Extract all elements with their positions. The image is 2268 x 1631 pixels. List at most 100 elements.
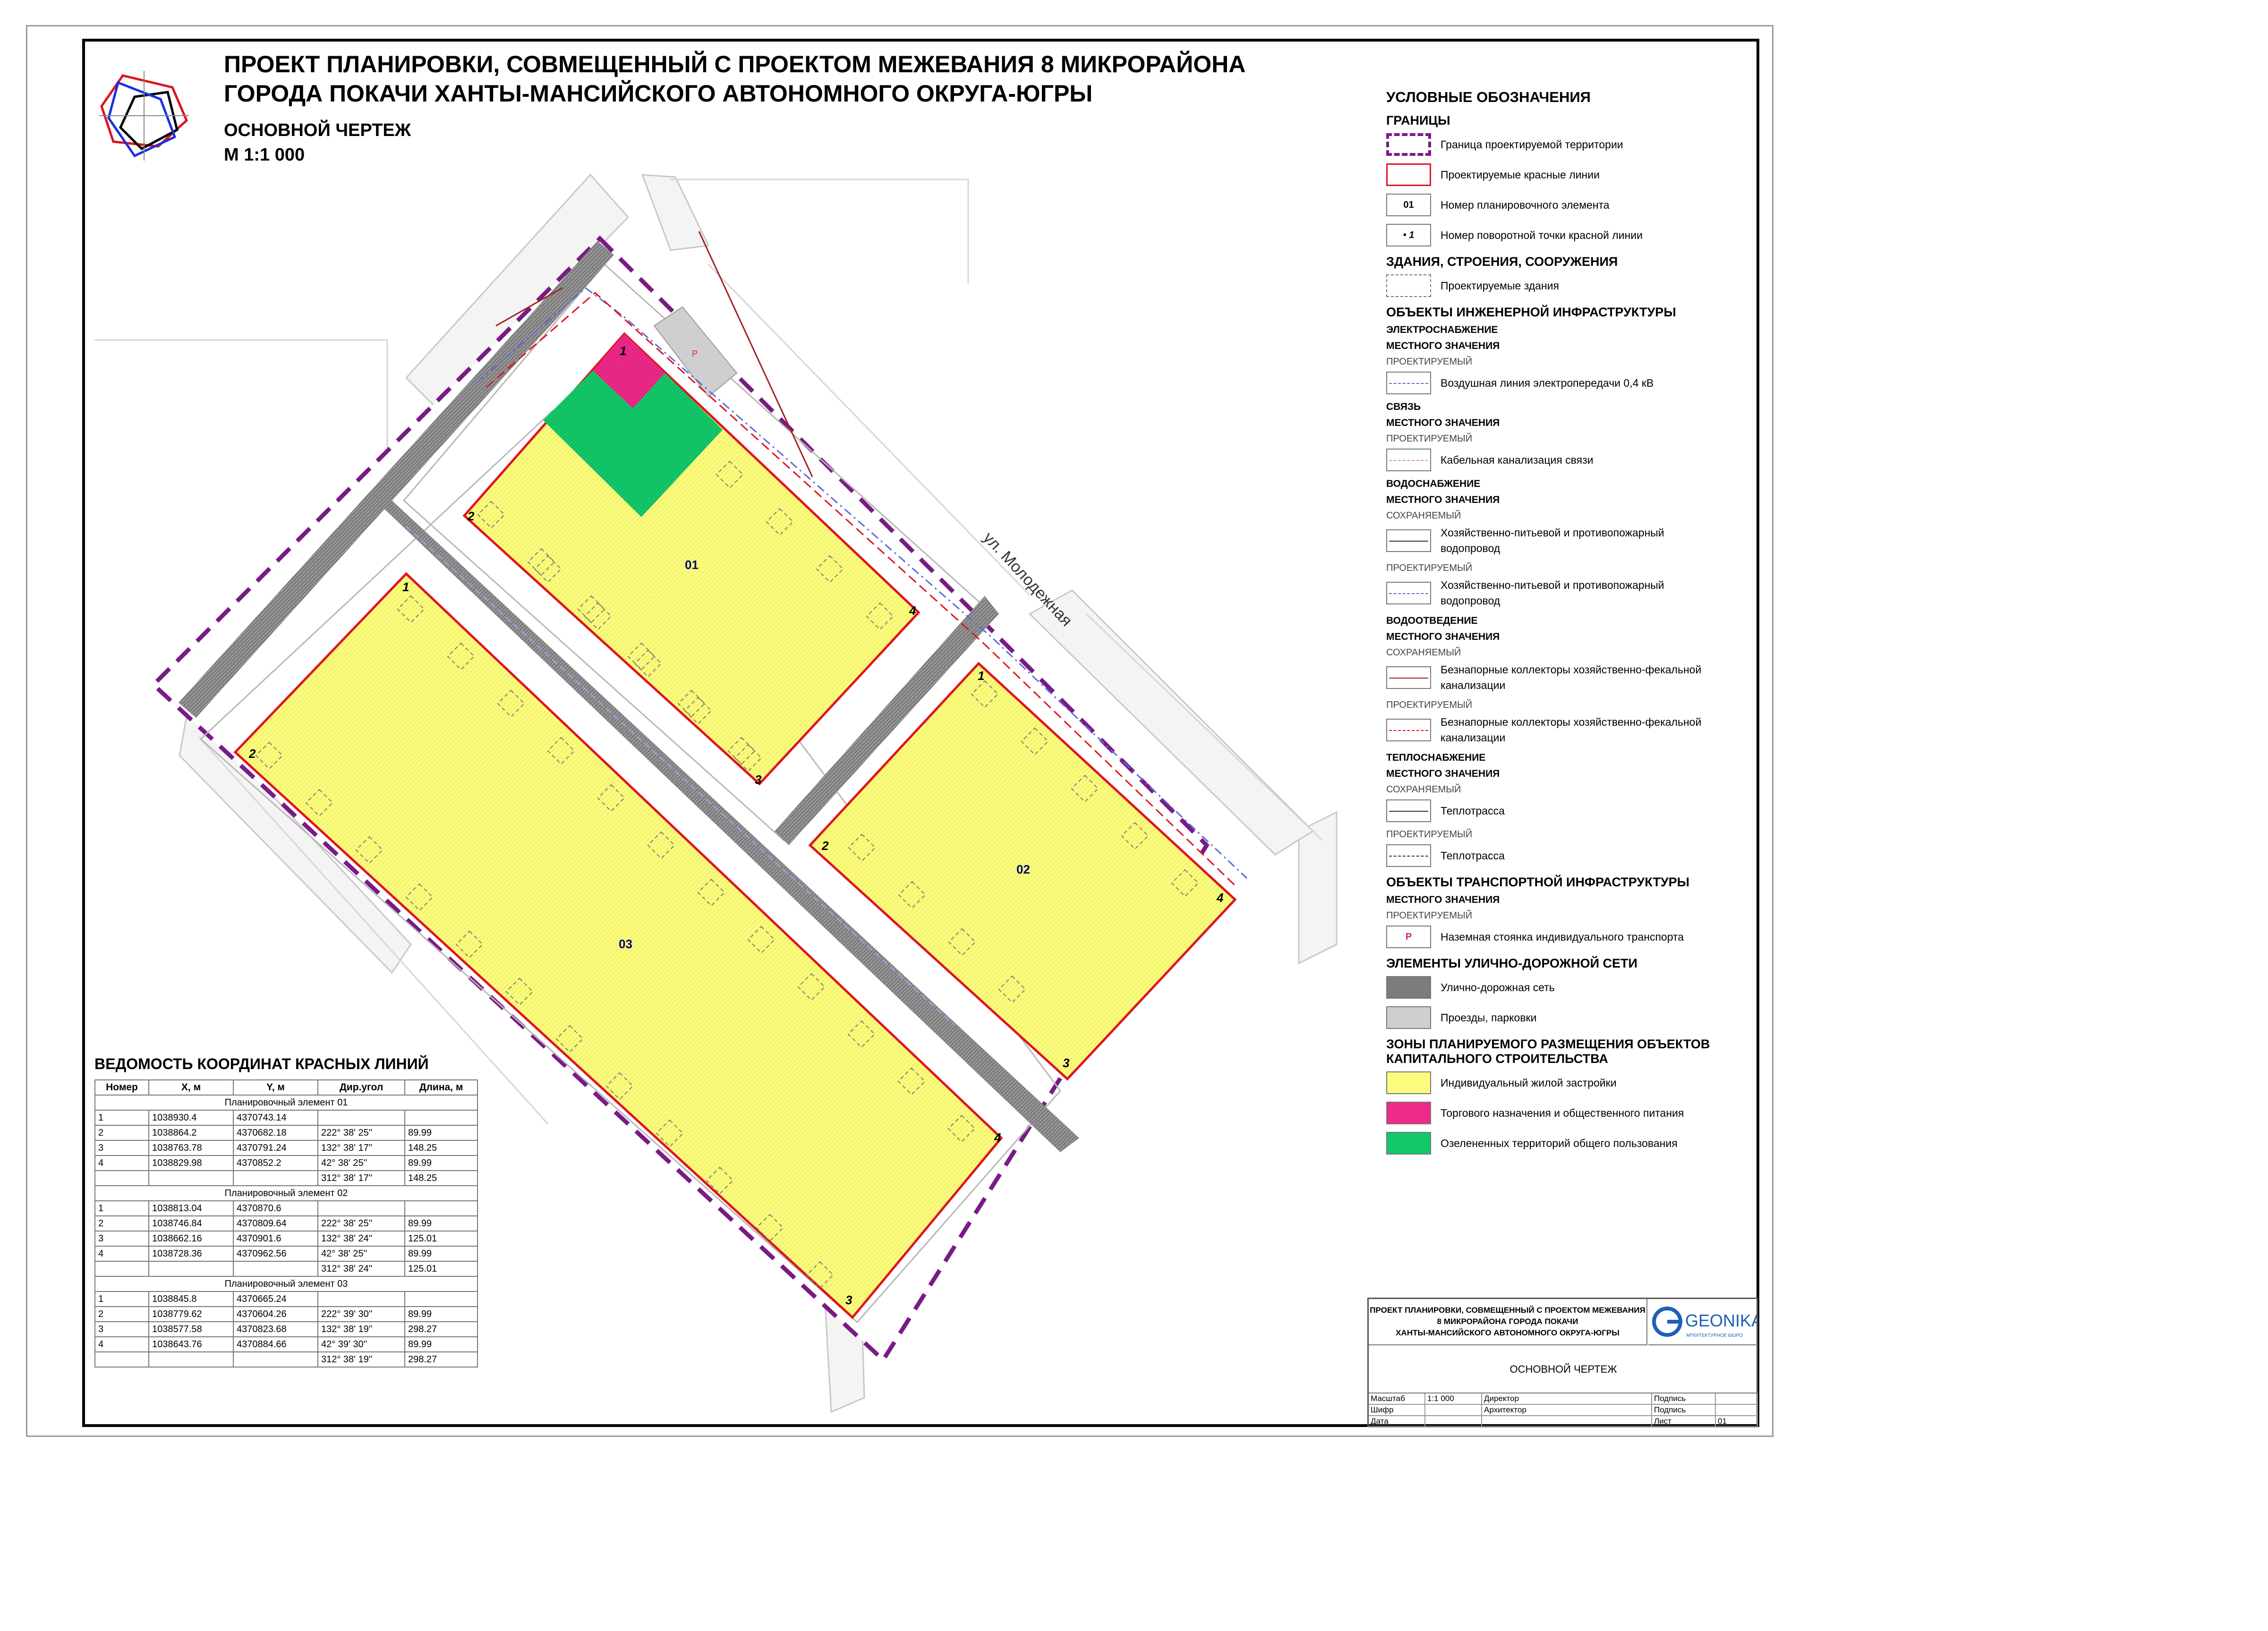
legend-item: 01 Номер планировочного элемента <box>1386 193 1717 217</box>
title-block-cell: Дата <box>1369 1416 1425 1427</box>
wind-rose-icon <box>99 71 189 161</box>
coord-cell: 1038746.84 <box>148 1215 234 1232</box>
coord-header: X, м <box>148 1079 234 1096</box>
legend-status: СОХРАНЯЕМЫЙ <box>1386 647 1461 658</box>
title-block-cell: Шифр <box>1369 1405 1425 1415</box>
coord-cell: 42° 39' 30'' <box>317 1336 405 1352</box>
coord-cell: 125.01 <box>404 1231 478 1247</box>
legend-item-label: Улично-дорожная сеть <box>1441 981 1555 994</box>
coord-cell: 4370962.56 <box>233 1246 318 1262</box>
legend-item-label: Граница проектируемой территории <box>1441 138 1623 151</box>
table-row: 312° 38' 24'' 125.01 <box>94 1261 478 1277</box>
legend-status: ПРОЕКТИРУЕМЫЙ <box>1386 700 1473 710</box>
legend-status: ПРОЕКТИРУЕМЫЙ <box>1386 357 1473 367</box>
zone-com-symbol-icon <box>1386 1102 1431 1124</box>
coord-section: Планировочный элемент 03 <box>94 1276 478 1292</box>
coord-cell: 312° 38' 19'' <box>317 1351 405 1368</box>
legend-item: • 1 Номер поворотной точки красной линии <box>1386 223 1717 247</box>
redline-symbol-icon <box>1386 163 1431 186</box>
legend-subsection: СВЯЗЬ <box>1386 401 1421 412</box>
svg-text:GEONIKA: GEONIKA <box>1685 1311 1757 1330</box>
tb-project-line-2: 8 МИКРОРАЙОНА ГОРОДА ПОКАЧИ <box>1437 1317 1578 1326</box>
coord-cell <box>148 1261 234 1277</box>
legend-status: СОХРАНЯЕМЫЙ <box>1386 784 1461 795</box>
coord-cell: 89.99 <box>404 1336 478 1352</box>
zone-green-symbol-icon <box>1386 1132 1431 1155</box>
svg-text:АРХИТЕКТУРНОЕ БЮРО: АРХИТЕКТУРНОЕ БЮРО <box>1686 1333 1743 1338</box>
table-row: 1 1038845.8 4370665.24 <box>94 1291 478 1307</box>
coord-cell: 312° 38' 24'' <box>317 1261 405 1277</box>
coord-cell: 148.25 <box>404 1170 478 1186</box>
turn-point-01-2: 2 <box>467 509 475 523</box>
legend-item-label: Хозяйственно-питьевой и противопожарный … <box>1441 527 1664 554</box>
coord-section: Планировочный элемент 01 <box>94 1095 478 1111</box>
drawing-scale: М 1:1 000 <box>224 145 305 165</box>
coord-cell: 4370852.2 <box>233 1155 318 1171</box>
coord-cell: 312° 38' 17'' <box>317 1170 405 1186</box>
legend-item: Хозяйственно-питьевой и противопожарный … <box>1386 578 1717 609</box>
legend-item: Проезды, парковки <box>1386 1006 1717 1029</box>
coord-cell: 89.99 <box>404 1306 478 1322</box>
coord-cell: 1038864.2 <box>148 1125 234 1141</box>
geonika-logo-icon: GEONIKA АРХИТЕКТУРНОЕ БЮРО <box>1652 1307 1763 1338</box>
coord-cell: 222° 38' 25'' <box>317 1215 405 1232</box>
zone-res-symbol-icon <box>1386 1071 1431 1094</box>
legend-status: СОХРАНЯЕМЫЙ <box>1386 510 1461 521</box>
legend-item-label: Наземная стоянка индивидуального транспо… <box>1441 930 1684 943</box>
legend-subsection: ВОДОСНАБЖЕНИЕ <box>1386 478 1481 489</box>
legend-item: Безнапорные коллекторы хозяйственно-фека… <box>1386 714 1717 746</box>
coord-cell: 1038763.78 <box>148 1140 234 1156</box>
parking-symbol: P <box>692 349 698 358</box>
legend-status: ПРОЕКТИРУЕМЫЙ <box>1386 563 1473 573</box>
coord-cell: 4370604.26 <box>233 1306 318 1322</box>
coordinate-sheet: ВЕДОМОСТЬ КООРДИНАТ КРАСНЫХ ЛИНИЙ Номер X… <box>94 1055 478 1368</box>
table-row: 4 1038829.98 4370852.2 42° 38' 25'' 89.99 <box>94 1155 478 1171</box>
tb-project-line-1: ПРОЕКТ ПЛАНИРОВКИ, СОВМЕЩЕННЫЙ С ПРОЕКТО… <box>1370 1306 1646 1315</box>
turn-point-01-3: 3 <box>755 773 762 787</box>
turn-point-01-1: 1 <box>620 344 626 358</box>
table-row: 1 1038813.04 4370870.6 <box>94 1200 478 1216</box>
legend-status: ПРОЕКТИРУЕМЫЙ <box>1386 910 1473 921</box>
legend-level: МЕСТНОГО ЗНАЧЕНИЯ <box>1386 768 1500 779</box>
coord-cell: 1038662.16 <box>148 1231 234 1247</box>
coord-cell <box>404 1110 478 1126</box>
legend-subsection: ТЕПЛОСНАБЖЕНИЕ <box>1386 752 1486 763</box>
coord-cell: 42° 38' 25'' <box>317 1155 405 1171</box>
coord-cell: 4 <box>94 1246 149 1262</box>
coord-cell: 89.99 <box>404 1246 478 1262</box>
legend-item-label: Торгового назначения и общественного пит… <box>1441 1106 1684 1119</box>
legend-status: ПРОЕКТИРУЕМЫЙ <box>1386 829 1473 840</box>
drawing-name: ОСНОВНОЙ ЧЕРТЕЖ <box>224 120 411 140</box>
coord-cell: 89.99 <box>404 1125 478 1141</box>
table-row: 2 1038746.84 4370809.64 222° 38' 25'' 89.99 <box>94 1215 478 1232</box>
coord-header: Номер <box>94 1079 149 1096</box>
coord-cell: 298.27 <box>404 1321 478 1337</box>
coord-cell: 2 <box>94 1125 149 1141</box>
drive-symbol-icon <box>1386 1006 1431 1029</box>
drawing-subtitle: ОСНОВНОЙ ЧЕРТЕЖ М 1:1 000 <box>224 118 411 167</box>
coord-cell: 2 <box>94 1306 149 1322</box>
coord-cell: 1 <box>94 1110 149 1126</box>
coord-cell: 2 <box>94 1215 149 1232</box>
power-symbol-icon <box>1386 372 1431 394</box>
coord-cell: 4370682.18 <box>233 1125 318 1141</box>
coord-cell: 4370901.6 <box>233 1231 318 1247</box>
legend-level: МЕСТНОГО ЗНАЧЕНИЯ <box>1386 494 1500 505</box>
table-row: 2 1038779.62 4370604.26 222° 39' 30'' 89.99 <box>94 1306 478 1322</box>
title-block-cell: Архитектор <box>1482 1405 1652 1415</box>
coord-cell: 4370884.66 <box>233 1336 318 1352</box>
legend-item-label: Озелененных территорий общего пользовани… <box>1441 1137 1678 1149</box>
legend-item: Теплотрасса <box>1386 799 1717 823</box>
coordinate-table: Номер X, м Y, м Дир.угол Длина, м Планировочн… <box>94 1079 478 1368</box>
coord-header: Дир.угол <box>317 1079 405 1096</box>
table-row: 3 1038577.58 4370823.68 132° 38' 19'' 298.27 <box>94 1321 478 1337</box>
title-block-cell <box>1425 1416 1482 1427</box>
legend-item: Безнапорные коллекторы хозяйственно-фека… <box>1386 662 1717 693</box>
table-row: 312° 38' 19'' 298.27 <box>94 1351 478 1368</box>
legend-item: Проектируемые красные линии <box>1386 163 1717 187</box>
legend-item-label: Индивидуальный жилой застройки <box>1441 1076 1617 1089</box>
coord-cell: 1038930.4 <box>148 1110 234 1126</box>
coord-cell: 1 <box>94 1291 149 1307</box>
legend-section-heading: ОБЪЕКТЫ ТРАНСПОРТНОЙ ИНФРАСТРУКТУРЫ <box>1386 875 1690 889</box>
legend-item-label: Номер поворотной точки красной линии <box>1441 229 1643 241</box>
